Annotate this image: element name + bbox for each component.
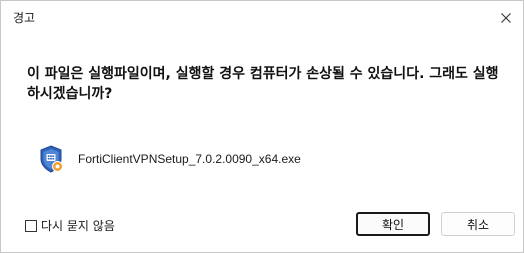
close-icon xyxy=(501,13,511,23)
forticlient-shield-icon xyxy=(38,145,64,173)
dialog-footer: 다시 묻지 않음 확인 취소 xyxy=(1,207,523,252)
file-name: FortiClientVPNSetup_7.0.2.0090_x64.exe xyxy=(78,152,301,166)
warning-message: 이 파일은 실행파일이며, 실행할 경우 컴퓨터가 손상될 수 있습니다. 그래… xyxy=(27,66,499,102)
cancel-button[interactable]: 취소 xyxy=(441,212,515,236)
title-bar: 경고 xyxy=(1,1,523,35)
close-button[interactable] xyxy=(489,1,523,35)
warning-dialog: 경고 이 파일은 실행파일이며, 실행할 경우 컴퓨터가 손상될 수 있습니다.… xyxy=(0,0,524,253)
dont-ask-again-label[interactable]: 다시 묻지 않음 xyxy=(41,217,115,234)
dialog-title: 경고 xyxy=(13,11,36,25)
ok-button[interactable]: 확인 xyxy=(356,212,430,236)
file-info: FortiClientVPNSetup_7.0.2.0090_x64.exe xyxy=(38,144,301,174)
dont-ask-again-checkbox[interactable] xyxy=(25,219,37,232)
dont-ask-again-option[interactable]: 다시 묻지 않음 xyxy=(25,217,115,234)
